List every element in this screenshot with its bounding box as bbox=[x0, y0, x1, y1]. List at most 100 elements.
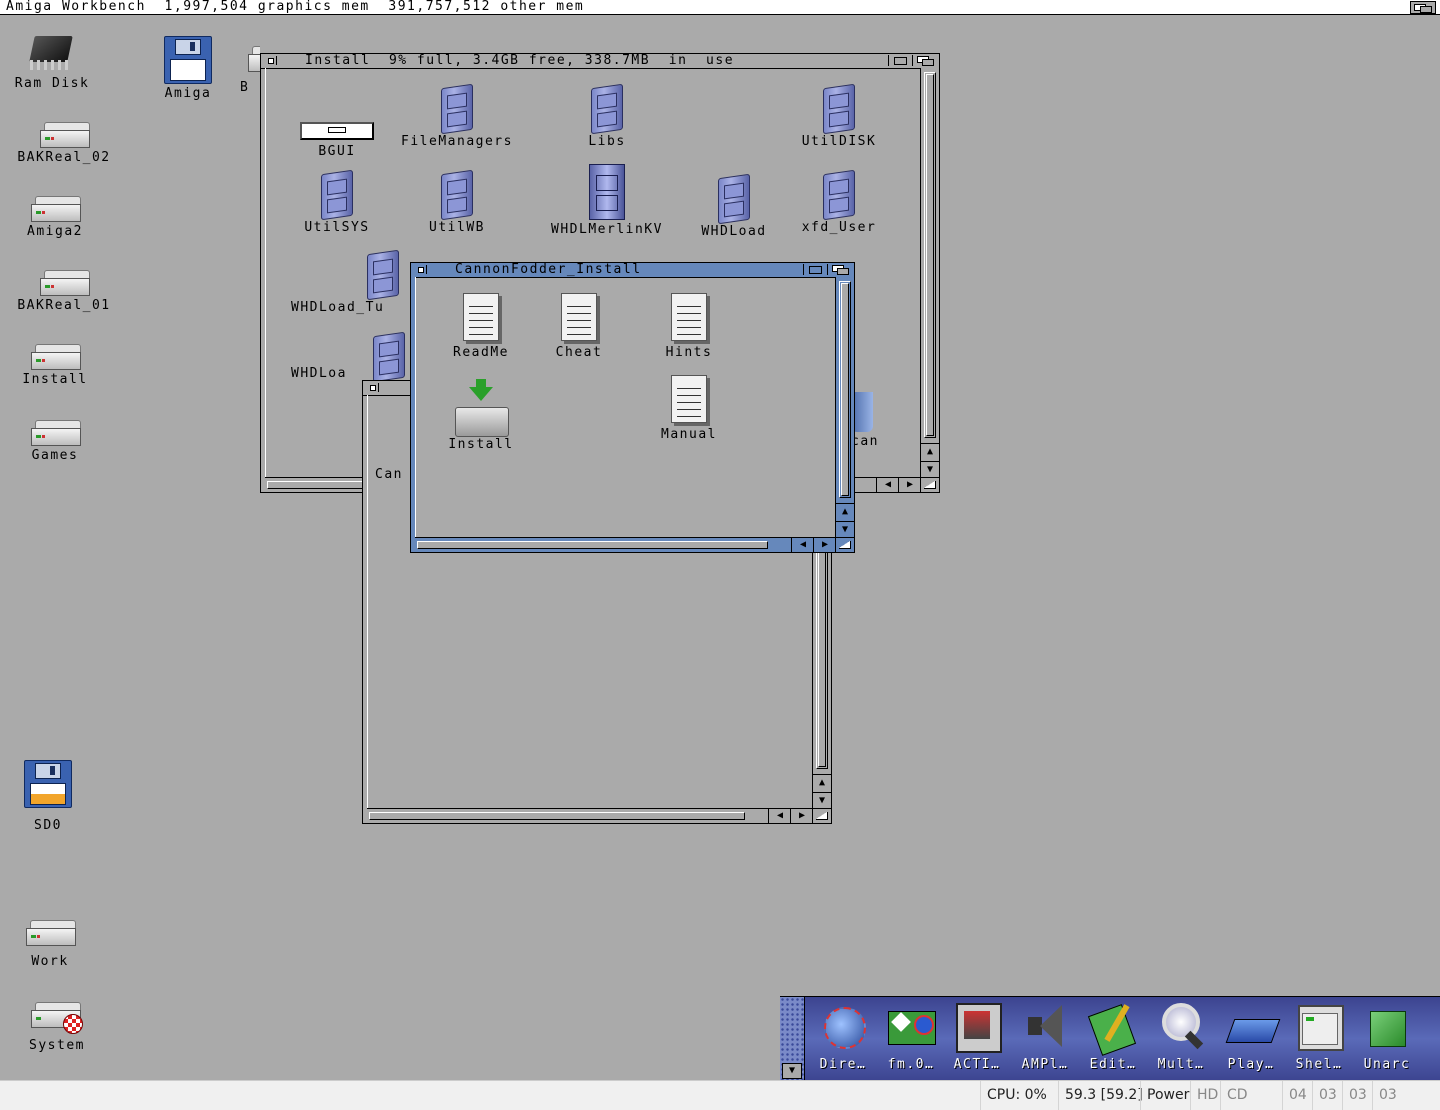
resize-gadget-icon[interactable] bbox=[920, 477, 939, 492]
resize-gadget-icon[interactable] bbox=[812, 808, 831, 823]
icon-whdload[interactable]: WHDLoad bbox=[691, 173, 777, 239]
emulator-status-bar: CPU: 0% 59.3 [59.2] Power HD CD 04 03 03… bbox=[0, 1080, 1440, 1110]
cd-led: CD bbox=[1220, 1081, 1254, 1110]
drawer-icon bbox=[317, 169, 357, 221]
icon-libs[interactable]: Libs bbox=[567, 83, 647, 149]
depth-gadget-icon[interactable] bbox=[912, 55, 937, 66]
scroll-down-arrow-icon[interactable]: ▼ bbox=[921, 461, 939, 478]
scroll-left-arrow-icon[interactable]: ◀ bbox=[876, 478, 899, 492]
icon-filemanagers[interactable]: FileManagers bbox=[387, 83, 527, 149]
icon-utilwb[interactable]: UtilWB bbox=[417, 169, 497, 235]
icon-manual[interactable]: Manual bbox=[647, 375, 731, 442]
scroll-down-arrow-icon[interactable]: ▼ bbox=[836, 521, 854, 538]
scroll-right-arrow-icon[interactable]: ▶ bbox=[813, 538, 836, 552]
scroll-right-arrow-icon[interactable]: ▶ bbox=[790, 809, 813, 823]
icon-xfd-user[interactable]: xfd_User bbox=[789, 169, 889, 235]
document-icon bbox=[669, 293, 709, 343]
parent-horizontal-scrollbar[interactable]: ◀ ▶ bbox=[367, 808, 813, 823]
notepad-pencil-icon bbox=[1087, 1001, 1138, 1056]
screen-depth-gadget-icon[interactable] bbox=[1410, 1, 1436, 14]
desktop-icon-install[interactable]: Install bbox=[10, 344, 100, 387]
cannonfodder-window-title-bar[interactable]: CannonFodder_Install bbox=[411, 263, 854, 278]
drive-1-track: 03 bbox=[1312, 1081, 1343, 1110]
drawer-icon bbox=[437, 83, 477, 135]
cannonfodder-install-window[interactable]: CannonFodder_Install ▲ ▼ ◀ ▶ ReadMe Chea… bbox=[410, 262, 855, 553]
icon-readme[interactable]: ReadMe bbox=[441, 293, 521, 360]
drawer-icon bbox=[819, 169, 859, 221]
icon-utilsys[interactable]: UtilSYS bbox=[291, 169, 383, 235]
desktop-icon-amiga2[interactable]: Amiga2 bbox=[10, 196, 100, 239]
file-manager-icon bbox=[886, 1001, 936, 1051]
desktop-icon-work[interactable]: Work bbox=[10, 920, 90, 969]
dock-item-fm[interactable]: fm.0… bbox=[880, 1001, 942, 1077]
zoom-gadget-icon[interactable] bbox=[803, 264, 826, 275]
hard-disk-icon bbox=[40, 270, 90, 296]
desktop-icon-ram-disk[interactable]: Ram Disk bbox=[4, 30, 100, 91]
archive-box-icon bbox=[1362, 1001, 1412, 1051]
depth-gadget-icon[interactable] bbox=[827, 264, 852, 275]
desktop-icon-sd0[interactable]: SD0 bbox=[12, 760, 84, 833]
scroll-right-arrow-icon[interactable]: ▶ bbox=[898, 478, 921, 492]
icon-cheat[interactable]: Cheat bbox=[539, 293, 619, 360]
install-window-title: Install 9% full, 3.4GB free, 338.7MB in … bbox=[301, 54, 739, 68]
dock-item-shel[interactable]: Shel… bbox=[1288, 1001, 1350, 1077]
cpu-usage: CPU: 0% bbox=[980, 1081, 1053, 1110]
ram-chip-icon bbox=[26, 30, 78, 74]
drawer-icon bbox=[587, 83, 627, 135]
desktop-icon-bakreal-02[interactable]: BAKReal_02 bbox=[4, 122, 124, 165]
icon-trashcan[interactable]: can bbox=[851, 392, 901, 449]
application-dock[interactable]: ▼ Dire… fm.0… ACTI… AMPl… Edit… Mult… Pl… bbox=[780, 996, 1440, 1081]
scroll-knob[interactable] bbox=[841, 283, 849, 496]
floppy-icon bbox=[164, 36, 212, 84]
dock-drag-handle[interactable]: ▼ bbox=[780, 997, 805, 1081]
icon-bgui[interactable]: BGUI bbox=[297, 122, 377, 159]
scroll-down-arrow-icon[interactable]: ▼ bbox=[813, 792, 831, 809]
desktop-icon-bakreal-01[interactable]: BAKReal_01 bbox=[4, 270, 124, 313]
close-gadget-icon[interactable] bbox=[264, 56, 277, 65]
desktop-icon-system[interactable]: System bbox=[12, 998, 102, 1053]
document-icon bbox=[559, 293, 599, 343]
document-icon bbox=[461, 293, 501, 343]
dock-item-mult[interactable]: Mult… bbox=[1150, 1001, 1212, 1077]
scroll-up-arrow-icon[interactable]: ▲ bbox=[921, 443, 939, 460]
drawer-icon bbox=[819, 83, 859, 135]
scroll-left-arrow-icon[interactable]: ◀ bbox=[791, 538, 814, 552]
icon-utildisk[interactable]: UtilDISK bbox=[789, 83, 889, 149]
screen-title-bar[interactable]: Amiga Workbench 1,997,504 graphics mem 3… bbox=[0, 0, 1440, 15]
desktop-icon-games[interactable]: Games bbox=[10, 420, 100, 463]
icon-whdloa[interactable]: WHDLoa bbox=[291, 331, 405, 383]
dock-item-ampl[interactable]: AMPl… bbox=[1014, 1001, 1076, 1077]
cannonfodder-vertical-scrollbar[interactable]: ▲ ▼ bbox=[835, 277, 854, 538]
icon-whdlmerlinkv[interactable]: WHDLMerlinKV bbox=[537, 164, 677, 237]
icon-hints[interactable]: Hints bbox=[649, 293, 729, 360]
drawer-icon bbox=[369, 331, 409, 383]
zoom-gadget-icon[interactable] bbox=[888, 55, 911, 66]
bgui-icon bbox=[300, 122, 374, 140]
scroll-up-arrow-icon[interactable]: ▲ bbox=[813, 774, 831, 791]
partial-icon-label[interactable]: Can bbox=[375, 467, 403, 482]
close-gadget-icon[interactable] bbox=[366, 383, 379, 392]
hard-disk-icon bbox=[40, 122, 90, 148]
install-vertical-scrollbar[interactable]: ▲ ▼ bbox=[920, 68, 939, 478]
system-disk-icon bbox=[31, 998, 83, 1034]
dock-item-unarc[interactable]: Unarc bbox=[1356, 1001, 1418, 1077]
dock-item-acti[interactable]: ACTI… bbox=[946, 1001, 1008, 1077]
icon-whdload-tu[interactable]: WHDLoad_Tu bbox=[291, 249, 411, 315]
desktop-icon-b[interactable]: B bbox=[240, 46, 260, 95]
scroll-up-arrow-icon[interactable]: ▲ bbox=[836, 503, 854, 520]
shell-window-icon bbox=[1294, 1001, 1344, 1051]
icon-install[interactable]: Install bbox=[439, 379, 523, 452]
drawer-icon bbox=[363, 249, 403, 301]
dock-item-play[interactable]: Play… bbox=[1220, 1001, 1282, 1077]
hard-disk-icon bbox=[31, 420, 81, 446]
scroll-left-arrow-icon[interactable]: ◀ bbox=[768, 809, 791, 823]
scroll-knob[interactable] bbox=[926, 74, 934, 436]
close-gadget-icon[interactable] bbox=[414, 265, 427, 274]
desktop-icon-amiga[interactable]: Amiga bbox=[150, 36, 226, 101]
resize-gadget-icon[interactable] bbox=[835, 537, 854, 552]
dock-item-edit[interactable]: Edit… bbox=[1082, 1001, 1144, 1077]
cannonfodder-horizontal-scrollbar[interactable]: ◀ ▶ bbox=[415, 537, 836, 552]
install-window-title-bar[interactable]: Install 9% full, 3.4GB free, 338.7MB in … bbox=[261, 54, 939, 69]
dock-item-dire[interactable]: Dire… bbox=[812, 1001, 874, 1077]
dock-menu-arrow-icon[interactable]: ▼ bbox=[782, 1063, 802, 1079]
